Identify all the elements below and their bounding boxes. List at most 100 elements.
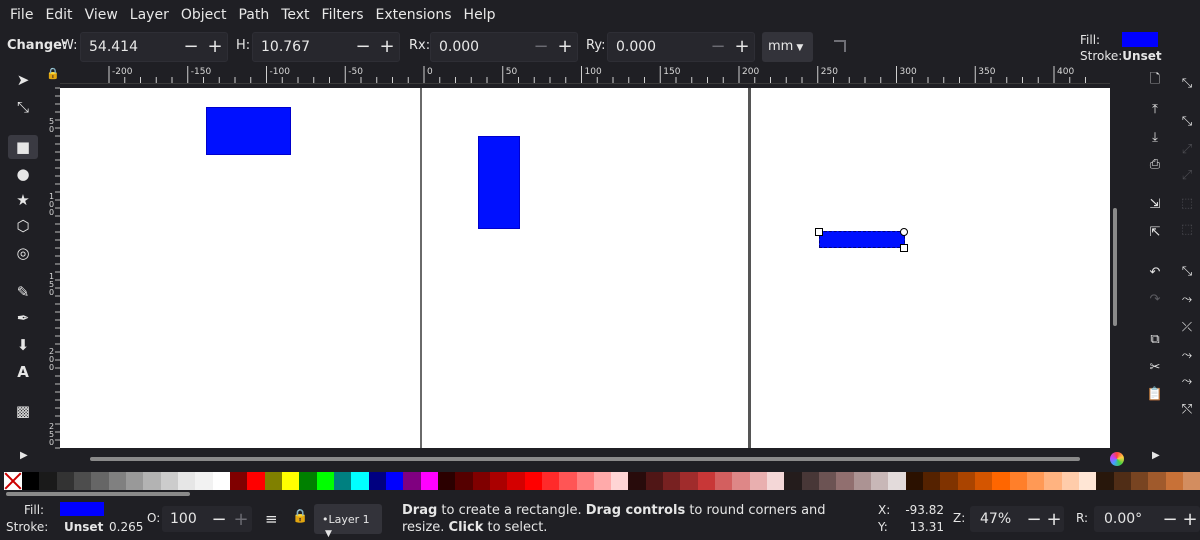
minus-icon[interactable]: − bbox=[1024, 509, 1044, 530]
palette-swatch[interactable] bbox=[1182, 472, 1200, 490]
palette-swatch[interactable] bbox=[1131, 472, 1149, 490]
palette-swatch[interactable] bbox=[1079, 472, 1097, 490]
minus-icon[interactable]: − bbox=[208, 509, 230, 530]
gradient-icon[interactable]: ▩ bbox=[8, 399, 38, 423]
rx-input[interactable]: 0.000 bbox=[431, 39, 529, 55]
save-icon[interactable]: ⤓ bbox=[1146, 128, 1164, 146]
plus-icon[interactable]: + bbox=[1044, 509, 1064, 530]
plus-icon[interactable]: + bbox=[230, 509, 252, 530]
snap-toggle-icon[interactable]: ⤡ bbox=[1178, 74, 1196, 92]
vertical-scrollbar[interactable] bbox=[1113, 208, 1117, 326]
no-paint-swatch[interactable] bbox=[4, 472, 22, 490]
snap-intersection-icon[interactable]: ⤫ bbox=[1178, 318, 1196, 336]
palette-swatch[interactable] bbox=[801, 472, 820, 490]
corner-round-handle[interactable] bbox=[900, 228, 908, 236]
minus-icon[interactable]: − bbox=[706, 33, 730, 61]
palette-swatch[interactable] bbox=[333, 472, 352, 490]
palette-swatch[interactable] bbox=[385, 472, 404, 490]
calligraphy-icon[interactable]: ⬇ bbox=[8, 333, 38, 357]
stroke-width[interactable]: 0.265 bbox=[109, 520, 143, 534]
lock-icon[interactable]: 🔒 bbox=[292, 509, 308, 524]
palette-swatch[interactable] bbox=[264, 472, 282, 490]
palette-swatch[interactable] bbox=[1096, 472, 1114, 490]
opacity-input[interactable]: 100 bbox=[162, 511, 208, 527]
zoom-input[interactable]: 47% bbox=[970, 511, 1024, 527]
snap-path-icon[interactable]: ⤳ bbox=[1178, 290, 1196, 308]
menu-edit[interactable]: Edit bbox=[39, 7, 78, 23]
export-icon[interactable]: ⇱ bbox=[1146, 223, 1164, 241]
palette-swatch[interactable] bbox=[420, 472, 438, 490]
palette-swatch[interactable] bbox=[1009, 472, 1028, 490]
width-input[interactable]: 54.414 bbox=[81, 39, 179, 55]
minus-icon[interactable]: − bbox=[179, 33, 203, 61]
palette-swatch[interactable] bbox=[195, 472, 213, 490]
snap-bbox-midpoint-icon[interactable]: ⬚ bbox=[1178, 194, 1196, 212]
print-icon[interactable]: ⎙ bbox=[1146, 155, 1164, 173]
menu-filters[interactable]: Filters bbox=[316, 7, 370, 23]
copy-icon[interactable]: ⧉ bbox=[1146, 330, 1164, 348]
rectangle-shape[interactable] bbox=[478, 136, 520, 229]
palette-swatch[interactable] bbox=[871, 472, 889, 490]
fill-swatch[interactable] bbox=[60, 502, 104, 516]
ry-input[interactable]: 0.000 bbox=[608, 39, 706, 55]
menu-extensions[interactable]: Extensions bbox=[370, 7, 458, 23]
palette-swatch[interactable] bbox=[663, 472, 681, 490]
snap-midpoint-icon[interactable]: ⤲ bbox=[1178, 400, 1196, 418]
palette-swatch[interactable] bbox=[836, 472, 854, 490]
palette-swatch[interactable] bbox=[351, 472, 369, 490]
rotation-spinbox[interactable]: 0.00° − + bbox=[1094, 506, 1200, 532]
snap-cusp-icon[interactable]: ⤳ bbox=[1178, 346, 1196, 364]
palette-swatch[interactable] bbox=[177, 472, 196, 490]
palette-swatch[interactable] bbox=[680, 472, 698, 490]
selected-rectangle[interactable] bbox=[819, 231, 905, 248]
layers-icon[interactable]: ≡ bbox=[265, 510, 278, 528]
palette-swatch[interactable] bbox=[611, 472, 629, 490]
palette-swatch[interactable] bbox=[299, 472, 317, 490]
palette-swatch[interactable] bbox=[1044, 472, 1062, 490]
plus-icon[interactable]: + bbox=[553, 33, 577, 61]
palette-swatch[interactable] bbox=[697, 472, 716, 490]
palette-swatch[interactable] bbox=[593, 472, 612, 490]
selector-icon[interactable]: ➤ bbox=[8, 68, 38, 92]
palette-swatch[interactable] bbox=[281, 472, 300, 490]
palette-swatch[interactable] bbox=[1165, 472, 1183, 490]
palette-swatch[interactable] bbox=[507, 472, 525, 490]
palette-swatch[interactable] bbox=[160, 472, 178, 490]
palette-swatch[interactable] bbox=[1061, 472, 1080, 490]
palette-swatch[interactable] bbox=[853, 472, 872, 490]
menu-object[interactable]: Object bbox=[175, 7, 233, 23]
palette-swatch[interactable] bbox=[22, 472, 40, 490]
color-management-icon[interactable] bbox=[1110, 452, 1124, 466]
plus-icon[interactable]: + bbox=[730, 33, 754, 61]
menu-file[interactable]: File bbox=[4, 7, 39, 23]
palette-swatch[interactable] bbox=[316, 472, 334, 490]
height-spinbox[interactable]: 10.767 − + bbox=[252, 32, 400, 62]
not-rounded-icon[interactable] bbox=[834, 40, 846, 52]
palette-swatch[interactable] bbox=[957, 472, 976, 490]
palette-swatch[interactable] bbox=[992, 472, 1010, 490]
palette-swatch[interactable] bbox=[732, 472, 750, 490]
rectangle-shape[interactable] bbox=[206, 107, 291, 155]
resize-handle[interactable] bbox=[815, 228, 823, 236]
star-icon[interactable]: ★ bbox=[8, 188, 38, 212]
palette-swatch[interactable] bbox=[905, 472, 924, 490]
palette-swatch[interactable] bbox=[39, 472, 57, 490]
palette-swatch[interactable] bbox=[368, 472, 386, 490]
palette-swatch[interactable] bbox=[940, 472, 958, 490]
palette-swatch[interactable] bbox=[472, 472, 490, 490]
zoom-spinbox[interactable]: 47% − + bbox=[970, 506, 1064, 532]
resize-handle[interactable] bbox=[900, 244, 908, 252]
plus-icon[interactable]: + bbox=[1180, 509, 1200, 530]
palette-swatch[interactable] bbox=[437, 472, 456, 490]
palette-swatch[interactable] bbox=[143, 472, 161, 490]
palette-swatch[interactable] bbox=[229, 472, 248, 490]
layer-dropdown[interactable]: •Layer 1 ▼ bbox=[314, 504, 382, 539]
import-icon[interactable]: ⇲ bbox=[1146, 195, 1164, 213]
palette-scrollbar[interactable] bbox=[6, 492, 190, 496]
palette-swatch[interactable] bbox=[819, 472, 837, 490]
minus-icon[interactable]: − bbox=[1160, 509, 1180, 530]
palette-swatch[interactable] bbox=[1027, 472, 1045, 490]
rotation-input[interactable]: 0.00° bbox=[1094, 511, 1160, 527]
pencil-icon[interactable]: ✎ bbox=[8, 280, 38, 304]
expand-left-icon[interactable]: ▶ bbox=[20, 450, 28, 461]
